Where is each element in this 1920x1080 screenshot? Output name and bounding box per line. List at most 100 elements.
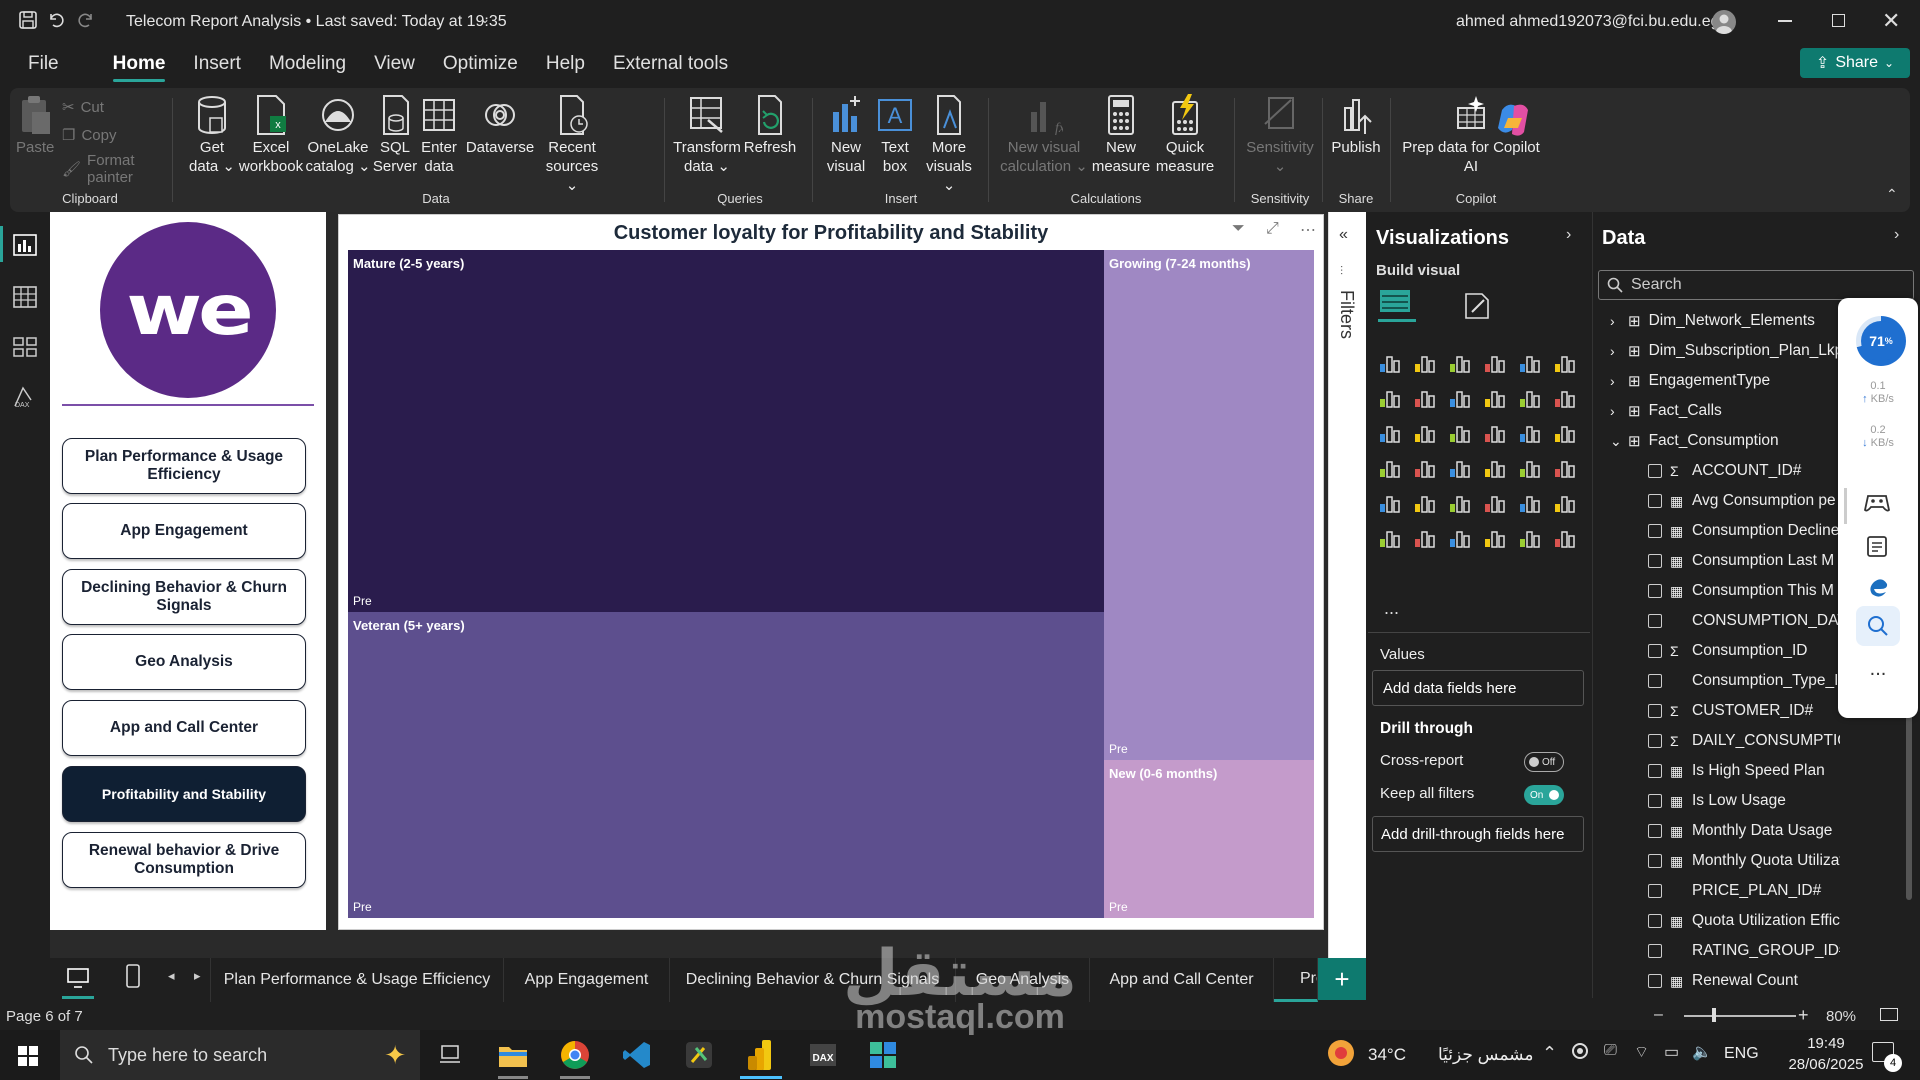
filters-label[interactable]: Filters bbox=[1336, 290, 1357, 339]
data-field[interactable]: ▦ Consumption Decline bbox=[1648, 522, 1839, 540]
publish-button[interactable]: Publish bbox=[1326, 94, 1386, 157]
menu-external-tools[interactable]: External tools bbox=[599, 44, 742, 84]
format-painter-button[interactable]: 🖌 Format painter bbox=[62, 152, 170, 186]
widget-more-icon[interactable]: ... bbox=[1838, 658, 1918, 681]
taskbar-search[interactable]: Type here to search ✦ bbox=[60, 1030, 420, 1080]
treemap-tile-veteran[interactable]: Veteran (5+ years) Pre bbox=[348, 612, 1104, 918]
data-field[interactable]: Consumption_Type_I bbox=[1648, 672, 1838, 690]
nav-geo-analysis[interactable]: Geo Analysis bbox=[62, 634, 306, 690]
cut-button[interactable]: ✂ Cut bbox=[62, 98, 104, 117]
kpi-icon[interactable] bbox=[1553, 457, 1577, 479]
data-table-2[interactable]: › ⊞ EngagementType bbox=[1610, 372, 1770, 390]
dataverse-button[interactable]: Dataverse bbox=[462, 94, 538, 157]
enter-data-button[interactable]: Enter data bbox=[416, 94, 462, 176]
tabular-editor-icon[interactable] bbox=[868, 1040, 898, 1070]
refresh-button[interactable]: Refresh bbox=[740, 94, 800, 157]
field-checkbox[interactable] bbox=[1648, 494, 1662, 508]
data-field[interactable]: ▦ Is High Speed Plan bbox=[1648, 762, 1825, 780]
game-controller-icon[interactable] bbox=[1864, 490, 1890, 514]
drill-through-well[interactable]: Add drill-through fields here bbox=[1372, 816, 1584, 852]
treemap-tile-growing[interactable]: Growing (7-24 months) Pre bbox=[1104, 250, 1314, 760]
restore-icon[interactable] bbox=[1832, 14, 1845, 27]
chevron-down-icon[interactable]: ⌄ bbox=[1610, 433, 1622, 450]
new-visual-calculation-button[interactable]: fx New visualcalculation ⌄ bbox=[998, 94, 1090, 176]
stacked-bar-icon[interactable] bbox=[1378, 352, 1402, 374]
decomposition-tree-icon[interactable] bbox=[1378, 527, 1402, 549]
data-field[interactable]: ▦ Monthly Data Usage bbox=[1648, 822, 1832, 840]
data-table-4[interactable]: ⌄ ⊞ Fact_Consumption bbox=[1610, 432, 1779, 450]
scroll-tabs-right-icon[interactable]: ▸ bbox=[194, 968, 201, 984]
vscode-icon[interactable] bbox=[622, 1040, 652, 1070]
area-icon[interactable] bbox=[1413, 387, 1437, 409]
field-checkbox[interactable] bbox=[1648, 884, 1662, 898]
close-icon[interactable]: ✕ bbox=[1882, 8, 1900, 34]
windows-start-icon[interactable] bbox=[18, 1046, 38, 1066]
field-checkbox[interactable] bbox=[1648, 824, 1662, 838]
treemap-tile-new[interactable]: New (0-6 months) Pre bbox=[1104, 760, 1314, 918]
paginated-icon[interactable] bbox=[1483, 527, 1507, 549]
chevron-down-icon[interactable]: ⌄ bbox=[480, 12, 490, 26]
field-checkbox[interactable] bbox=[1648, 854, 1662, 868]
data-search-input[interactable]: Search bbox=[1598, 270, 1914, 300]
minimize-icon[interactable] bbox=[1778, 20, 1792, 22]
menu-help[interactable]: Help bbox=[532, 44, 599, 84]
page-tab-geo-analysis[interactable]: Geo Analysis bbox=[956, 958, 1090, 1002]
scatter-icon[interactable] bbox=[1413, 422, 1437, 444]
zoom-slider[interactable] bbox=[1684, 1015, 1796, 1017]
data-table-1[interactable]: › ⊞ Dim_Subscription_Plan_Lkp bbox=[1610, 342, 1840, 360]
data-field[interactable]: ▦ Consumption Last M bbox=[1648, 552, 1834, 570]
data-table-3[interactable]: › ⊞ Fact_Calls bbox=[1610, 402, 1722, 420]
quick-measure-button[interactable]: Quick measure bbox=[1150, 94, 1220, 176]
slicer-icon[interactable] bbox=[1378, 492, 1402, 514]
focus-mode-icon[interactable]: ⤢ bbox=[1266, 220, 1279, 238]
data-field[interactable]: ▦ Monthly Quota Utilization % bbox=[1648, 852, 1840, 870]
page-tab-declining-behavior[interactable]: Declining Behavior & Churn Signals bbox=[670, 958, 956, 1002]
field-checkbox[interactable] bbox=[1648, 794, 1662, 808]
avatar[interactable] bbox=[1712, 10, 1736, 34]
line-column-icon[interactable] bbox=[1483, 387, 1507, 409]
data-field[interactable]: ▦ Is Low Usage bbox=[1648, 792, 1786, 810]
weather-condition[interactable]: مشمس جزئيًا bbox=[1438, 1045, 1533, 1065]
scroll-tabs-left-icon[interactable]: ◂ bbox=[168, 968, 175, 984]
more-visuals-button[interactable]: More visuals ⌄ bbox=[918, 94, 980, 195]
fit-to-page-icon[interactable] bbox=[1880, 1008, 1898, 1021]
field-checkbox[interactable] bbox=[1648, 914, 1662, 928]
language-indicator[interactable]: ENG bbox=[1724, 1045, 1759, 1063]
zoom-in-icon[interactable]: + bbox=[1798, 1005, 1809, 1026]
data-field[interactable]: RATING_GROUP_ID# bbox=[1648, 942, 1840, 960]
new-visual-button[interactable]: New visual bbox=[822, 94, 870, 176]
menu-insert[interactable]: Insert bbox=[179, 44, 255, 84]
collapse-ribbon-icon[interactable]: ⌃ bbox=[1886, 186, 1898, 203]
qa-icon[interactable] bbox=[1413, 527, 1437, 549]
report-view-icon[interactable] bbox=[13, 234, 37, 256]
expand-filters-icon[interactable]: « bbox=[1339, 226, 1348, 244]
chevron-right-icon[interactable]: › bbox=[1610, 403, 1620, 419]
weather-icon[interactable] bbox=[1328, 1040, 1354, 1066]
matrix-icon[interactable] bbox=[1448, 492, 1472, 514]
field-checkbox[interactable] bbox=[1648, 644, 1662, 658]
get-data-button[interactable]: Get data ⌄ bbox=[186, 94, 238, 176]
100-column-icon[interactable] bbox=[1553, 352, 1577, 374]
mobile-layout-icon[interactable] bbox=[126, 964, 140, 988]
table-icon[interactable] bbox=[1413, 492, 1437, 514]
keep-all-filters-toggle[interactable]: On bbox=[1524, 785, 1564, 805]
key-influencers-icon[interactable] bbox=[1553, 492, 1577, 514]
nav-app-engagement[interactable]: App Engagement bbox=[62, 503, 306, 559]
table-view-icon[interactable] bbox=[13, 286, 37, 308]
data-field[interactable]: PRICE_PLAN_ID# bbox=[1648, 882, 1821, 900]
widget-drag-handle[interactable] bbox=[1844, 488, 1847, 524]
donut-icon[interactable] bbox=[1483, 422, 1507, 444]
onelake-catalog-button[interactable]: OneLake catalog ⌄ bbox=[304, 94, 372, 176]
treemap-tile-mature[interactable]: Mature (2-5 years) Pre bbox=[348, 250, 1104, 612]
field-checkbox[interactable] bbox=[1648, 584, 1662, 598]
data-field[interactable]: Σ Consumption_ID bbox=[1648, 642, 1807, 660]
battery-icon[interactable]: ▭ bbox=[1664, 1042, 1679, 1062]
page-tab-app-call-center[interactable]: App and Call Center bbox=[1090, 958, 1274, 1002]
clock-date[interactable]: 28/06/2025 bbox=[1782, 1056, 1870, 1073]
dax-studio-icon[interactable]: DAX bbox=[808, 1040, 838, 1070]
values-well[interactable]: Add data fields here bbox=[1372, 670, 1584, 706]
power-apps-icon[interactable] bbox=[1553, 527, 1577, 549]
paste-button[interactable]: Paste bbox=[16, 94, 54, 157]
user-account[interactable]: ahmed ahmed192073@fci.bu.edu.eg bbox=[1456, 13, 1720, 31]
chevron-right-icon[interactable]: › bbox=[1610, 373, 1620, 389]
